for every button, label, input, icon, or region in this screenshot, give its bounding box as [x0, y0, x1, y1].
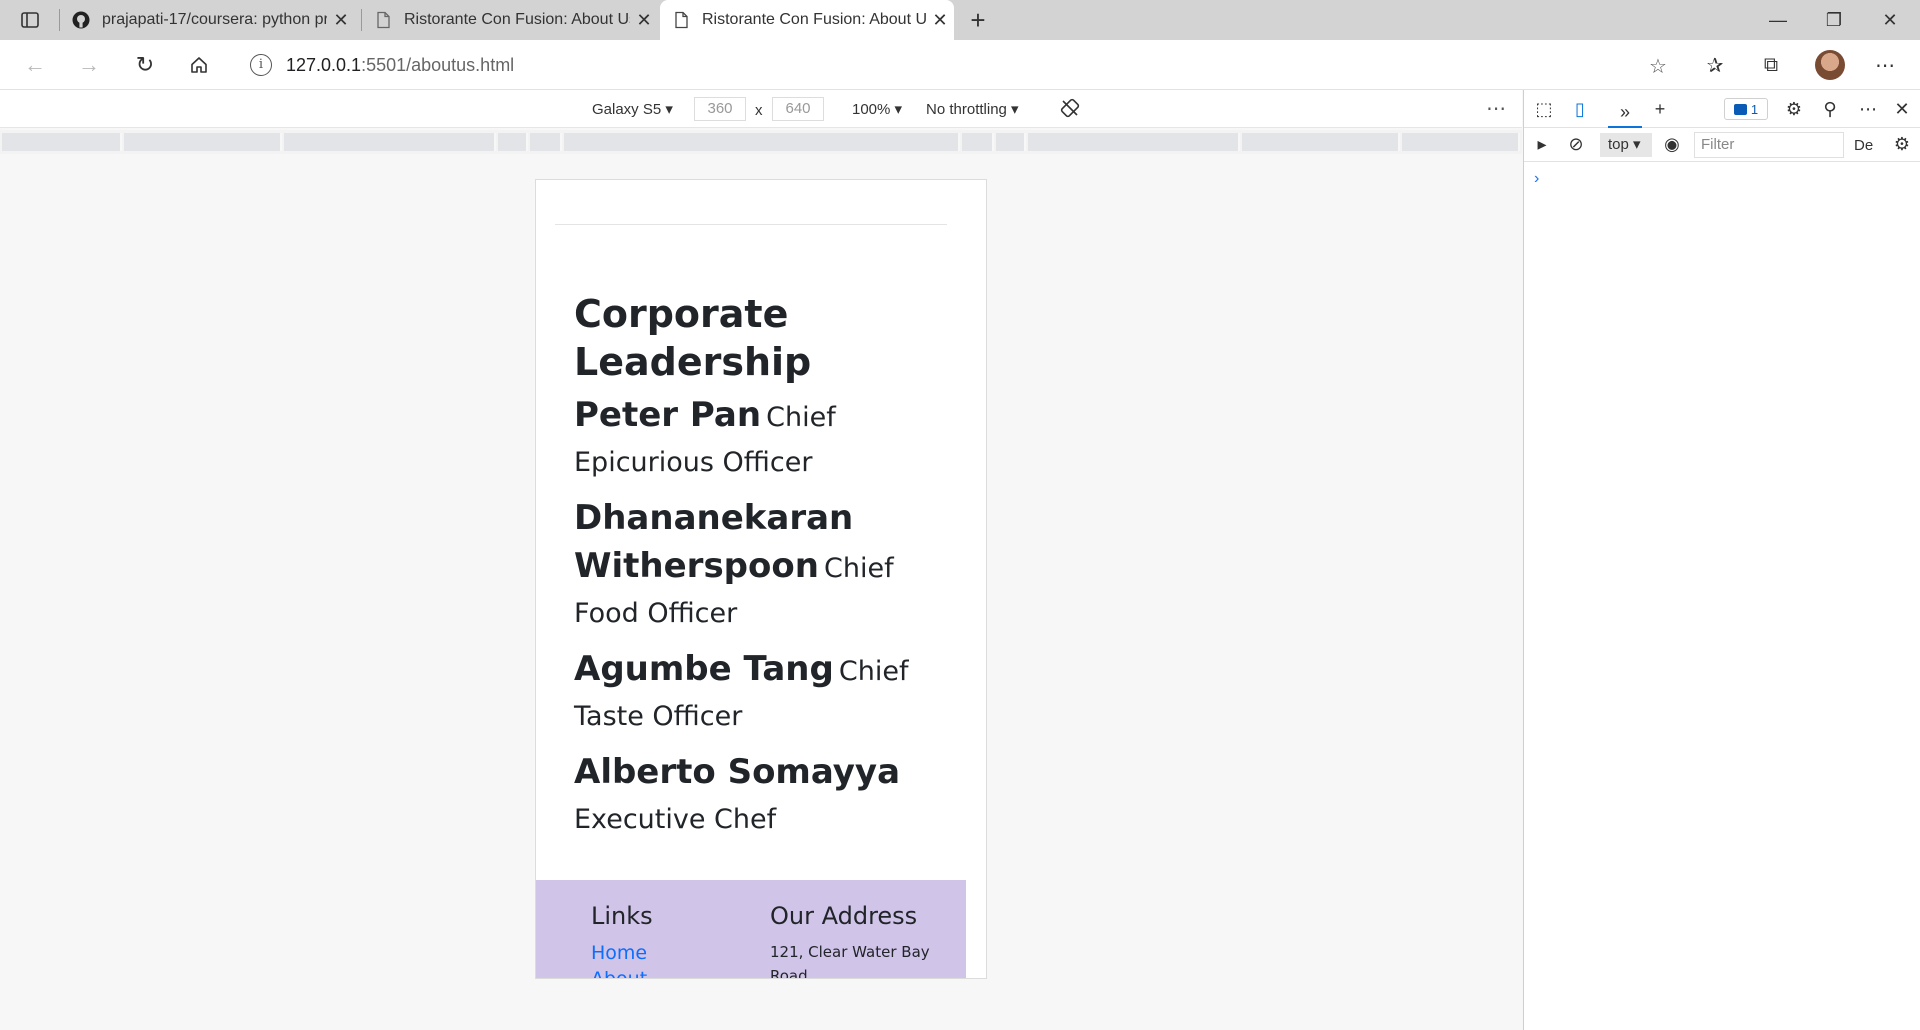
- tab-actions-icon[interactable]: [20, 10, 40, 30]
- tab-strip: prajapati-17/coursera: python pr ✕ Risto…: [0, 0, 1920, 40]
- tab-title: Ristorante Con Fusion: About Us: [404, 11, 630, 28]
- page-content: Corporate Leadership Peter Pan Chief Epi…: [574, 290, 954, 854]
- inspect-element-icon[interactable]: ⬚: [1532, 98, 1556, 120]
- footer-links: Links Home About: [591, 902, 653, 978]
- console-filter-input[interactable]: Filter: [1694, 132, 1844, 158]
- dimension-separator: x: [755, 102, 763, 119]
- footer-address: Our Address 121, Clear Water Bay Road: [770, 902, 940, 979]
- leader-item: Dhananekaran Witherspoon Chief Food Offi…: [574, 497, 954, 638]
- more-tabs-icon[interactable]: »: [1608, 98, 1642, 128]
- media-query-segment[interactable]: [1242, 133, 1400, 151]
- new-tab-button[interactable]: +: [964, 6, 992, 34]
- media-query-segment[interactable]: [962, 133, 994, 151]
- page-icon: [675, 11, 688, 29]
- refresh-icon[interactable]: ↻: [130, 51, 160, 79]
- add-tab-icon[interactable]: +: [1648, 98, 1672, 120]
- device-emulation-icon[interactable]: ▯: [1568, 98, 1592, 120]
- device-screen: Corporate Leadership Peter Pan Chief Epi…: [535, 179, 987, 979]
- url-text: 127.0.0.1:5501/aboutus.html: [286, 54, 515, 75]
- log-levels-select[interactable]: De: [1854, 137, 1873, 154]
- close-tab-icon[interactable]: ✕: [926, 10, 954, 31]
- clear-console-icon[interactable]: ⊘: [1564, 133, 1588, 155]
- tab-title: Ristorante Con Fusion: About Us: [702, 11, 926, 28]
- eye-icon[interactable]: ◉: [1660, 133, 1684, 155]
- minimize-button[interactable]: —: [1750, 0, 1806, 40]
- media-query-segment[interactable]: [1402, 133, 1520, 151]
- leader-name: Dhananekaran Witherspoon: [574, 498, 854, 586]
- leader-item: Alberto Somayya Executive Chef: [574, 751, 954, 844]
- close-window-button[interactable]: ✕: [1862, 0, 1918, 40]
- media-query-bar: [0, 130, 1522, 154]
- home-icon[interactable]: [184, 51, 214, 79]
- media-query-segment[interactable]: [530, 133, 562, 151]
- profile-avatar[interactable]: [1815, 50, 1845, 80]
- leader-name: Agumbe Tang: [574, 649, 834, 689]
- media-query-segment[interactable]: [2, 133, 122, 151]
- back-icon[interactable]: ←: [20, 51, 50, 79]
- page-heading: Corporate Leadership: [574, 292, 812, 384]
- leader-role: Executive Chef: [574, 804, 777, 835]
- add-favorite-icon[interactable]: ☆: [1649, 54, 1671, 78]
- media-query-segment[interactable]: [1028, 133, 1240, 151]
- console-prompt[interactable]: ›: [1534, 170, 1539, 188]
- close-devtools-icon[interactable]: ✕: [1890, 98, 1914, 120]
- media-query-segment[interactable]: [996, 133, 1026, 151]
- media-query-segment[interactable]: [124, 133, 282, 151]
- site-info-icon[interactable]: i: [250, 54, 272, 76]
- forward-icon[interactable]: →: [74, 51, 104, 79]
- zoom-select[interactable]: 100% ▾: [852, 100, 902, 118]
- footer-links-title: Links: [591, 902, 653, 930]
- console-settings-gear-icon[interactable]: ⚙: [1890, 133, 1914, 155]
- tab-about-us-1[interactable]: Ristorante Con Fusion: About Us ✕: [362, 0, 658, 40]
- footer-link-home[interactable]: Home: [591, 940, 653, 966]
- throttling-select[interactable]: No throttling ▾: [926, 100, 1019, 118]
- issues-count: 1: [1750, 101, 1759, 117]
- page-icon: [377, 11, 390, 29]
- devtools-more-icon[interactable]: ⋯: [1856, 98, 1880, 120]
- tab-title: prajapati-17/coursera: python pr: [102, 11, 327, 28]
- issue-bubble-icon: [1733, 103, 1747, 115]
- connect-icon[interactable]: ⚲: [1818, 98, 1842, 120]
- address-bar[interactable]: i 127.0.0.1:5501/aboutus.html ☆: [236, 48, 1681, 82]
- footer-link-about[interactable]: About: [591, 966, 653, 978]
- leader-name: Alberto Somayya: [574, 752, 901, 792]
- rotate-icon[interactable]: [1060, 98, 1080, 118]
- page-footer: Links Home About Our Address 121, Clear …: [536, 880, 966, 979]
- device-height-input[interactable]: 640: [772, 97, 824, 121]
- settings-more-icon[interactable]: ⋯: [1870, 51, 1900, 79]
- github-icon: [72, 11, 90, 29]
- media-query-segment[interactable]: [498, 133, 528, 151]
- console-toolbar: ▸ ⊘ top ▾ ◉ Filter De ⚙: [1524, 128, 1920, 162]
- media-query-segment[interactable]: [564, 133, 960, 151]
- device-select[interactable]: Galaxy S5 ▾: [592, 100, 673, 118]
- tab-github[interactable]: prajapati-17/coursera: python pr ✕: [60, 0, 355, 40]
- device-width-input[interactable]: 360: [694, 97, 746, 121]
- collections-icon[interactable]: ⧉: [1756, 51, 1786, 79]
- device-more-icon[interactable]: ⋯: [1486, 96, 1507, 121]
- footer-address-text: 121, Clear Water Bay Road: [770, 943, 930, 979]
- leader-item: Agumbe Tang Chief Taste Officer: [574, 648, 954, 741]
- gear-icon[interactable]: ⚙: [1782, 98, 1806, 120]
- sidebar-toggle-icon[interactable]: ▸: [1530, 133, 1554, 155]
- divider: [555, 224, 947, 225]
- issues-counter[interactable]: 1: [1724, 98, 1768, 120]
- context-select[interactable]: top ▾: [1600, 133, 1652, 157]
- close-tab-icon[interactable]: ✕: [630, 10, 658, 31]
- tab-about-us-active[interactable]: Ristorante Con Fusion: About Us ✕: [660, 0, 954, 40]
- device-toolbar: Galaxy S5 ▾ 360 x 640 100% ▾ No throttli…: [0, 90, 1522, 128]
- close-tab-icon[interactable]: ✕: [327, 10, 355, 31]
- emulated-viewport: Corporate Leadership Peter Pan Chief Epi…: [0, 154, 1522, 1030]
- navigation-bar: ← → ↻ i 127.0.0.1:5501/aboutus.html ☆ ✰ …: [0, 40, 1920, 90]
- devtools-panel: ⬚ ▯ » + 1 ⚙ ⚲ ⋯ ✕ ▸ ⊘ top ▾ ◉ Filter De …: [1523, 90, 1920, 1030]
- media-query-segment[interactable]: [284, 133, 496, 151]
- leader-item: Peter Pan Chief Epicurious Officer: [574, 394, 954, 487]
- favorites-icon[interactable]: ✰: [1700, 51, 1730, 79]
- restore-button[interactable]: ❐: [1806, 0, 1862, 40]
- devtools-toolbar: ⬚ ▯ » + 1 ⚙ ⚲ ⋯ ✕: [1524, 90, 1920, 128]
- leader-name: Peter Pan: [574, 395, 762, 435]
- footer-address-title: Our Address: [770, 902, 918, 930]
